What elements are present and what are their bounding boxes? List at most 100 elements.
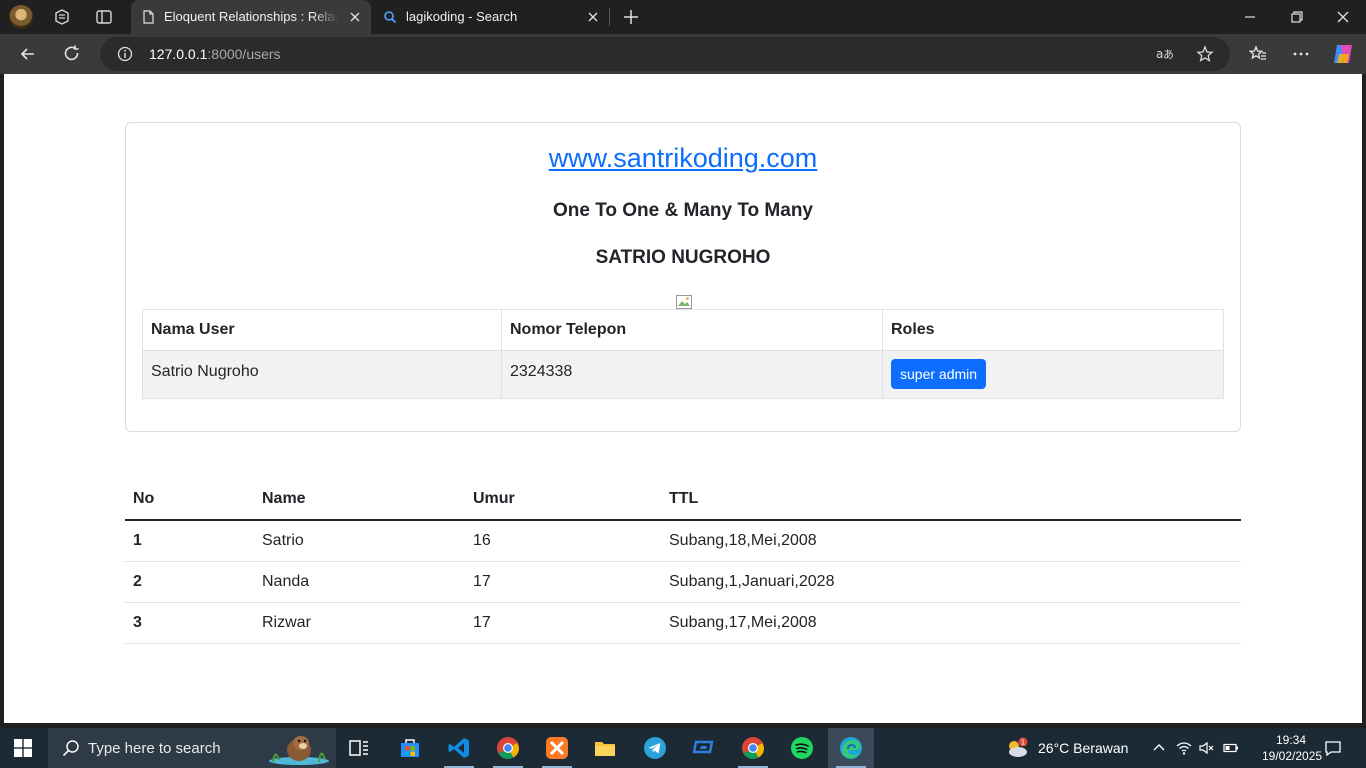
tab-title: Eloquent Relationships : Relasi One To O…: [164, 9, 339, 24]
svg-text:あ: あ: [1163, 48, 1173, 61]
vertical-tabs-icon[interactable]: [94, 7, 114, 27]
cell-ttl: Subang,18,Mei,2008: [661, 520, 1241, 562]
windows-taskbar: Type here to search 1 26°C Berawan 19:34…: [0, 728, 1366, 768]
more-menu-icon[interactable]: [1291, 44, 1311, 64]
taskbar-chrome-2[interactable]: [730, 728, 776, 768]
broken-image-icon: [676, 295, 692, 309]
close-tab-icon[interactable]: [585, 9, 601, 25]
xampp-icon: [546, 737, 568, 759]
url-text[interactable]: 127.0.0.1:8000/users: [149, 46, 281, 62]
clock-date: 19/02/2025: [1262, 749, 1323, 763]
favorite-star-icon[interactable]: [1196, 45, 1214, 63]
back-arrow-icon[interactable]: [18, 44, 38, 64]
header-name: Name: [254, 479, 465, 521]
file-explorer-icon: [595, 742, 615, 756]
browser-tab-strip: Eloquent Relationships : Relasi One To O…: [0, 0, 1366, 34]
cell-roles: super admin: [882, 350, 1224, 399]
copilot-icon[interactable]: [1331, 42, 1355, 66]
header-ttl: TTL: [661, 479, 1241, 521]
battery-icon[interactable]: [1223, 740, 1239, 756]
workspaces-icon[interactable]: [52, 7, 72, 27]
close-tab-icon[interactable]: [347, 9, 363, 25]
taskbar-chrome[interactable]: [485, 728, 531, 768]
cell-phone: 2324338: [501, 350, 883, 399]
taskbar-search-box[interactable]: Type here to search: [48, 728, 336, 768]
task-view-icon: [349, 740, 368, 756]
cell-name: Nanda: [254, 561, 465, 603]
refresh-icon[interactable]: [62, 44, 82, 64]
table-row: 2 Nanda 17 Subang,1,Januari,2028: [125, 561, 1241, 603]
header-nama-user: Nama User: [142, 309, 502, 351]
minimize-icon[interactable]: [1242, 9, 1258, 25]
notification-center-icon[interactable]: [1324, 739, 1342, 757]
tab-eloquent-relationships[interactable]: Eloquent Relationships : Relasi One To O…: [131, 0, 371, 34]
cell-umur: 17: [465, 561, 661, 603]
table-header-row: No Name Umur TTL: [125, 479, 1241, 521]
role-badge[interactable]: super admin: [891, 359, 987, 389]
taskbar-edge[interactable]: [828, 728, 874, 768]
page-subtitle: One To One & Many To Many: [552, 200, 814, 221]
tab-lagikoding-search[interactable]: lagikoding - Search: [373, 0, 609, 34]
cell-name: Satrio: [254, 520, 465, 562]
cell-umur: 17: [465, 602, 661, 644]
browser-toolbar: 127.0.0.1:8000/users a あ: [0, 34, 1366, 74]
site-info-icon[interactable]: [117, 46, 133, 62]
read-aloud-translate-icon[interactable]: a あ: [1155, 45, 1173, 63]
user-card: www.santrikoding.com One To One & Many T…: [125, 122, 1241, 432]
close-window-icon[interactable]: [1335, 9, 1351, 25]
weather-cloudy-icon[interactable]: 1: [1004, 736, 1030, 760]
volume-muted-icon[interactable]: [1198, 740, 1214, 756]
cell-ttl: Subang,17,Mei,2008: [661, 602, 1241, 644]
system-clock[interactable]: 19:34 19/02/2025: [1262, 732, 1323, 764]
taskbar-task-view[interactable]: [336, 728, 382, 768]
table-row: 3 Rizwar 17 Subang,17,Mei,2008: [125, 602, 1241, 644]
bing-search-icon: [384, 11, 397, 24]
taskbar-telegram[interactable]: [632, 728, 678, 768]
page-viewport: www.santrikoding.com One To One & Many T…: [4, 74, 1362, 723]
show-hidden-icons-chevron-icon[interactable]: [1151, 740, 1167, 756]
person-name-heading: SATRIO NUGROHO: [595, 247, 771, 268]
header-umur: Umur: [465, 479, 661, 521]
search-placeholder: Type here to search: [88, 740, 221, 757]
taskbar-spotify[interactable]: [779, 728, 825, 768]
edge-icon: [840, 737, 862, 759]
page-favicon-icon: [143, 10, 154, 24]
weather-text[interactable]: 26°C Berawan: [1038, 740, 1128, 756]
tab-separator: [609, 8, 610, 26]
windows-start-icon[interactable]: [14, 739, 32, 757]
clock-time: 19:34: [1275, 733, 1307, 747]
url-path: :8000/users: [207, 46, 281, 62]
microsoft-store-icon: [401, 739, 419, 757]
remote-desktop-icon: [692, 740, 714, 754]
profile-avatar[interactable]: [9, 5, 33, 29]
favorites-icon[interactable]: [1248, 44, 1268, 64]
tab-title: lagikoding - Search: [406, 9, 518, 24]
table-row: Satrio Nugroho 2324338 super admin: [142, 350, 1224, 399]
cell-name: Rizwar: [254, 602, 465, 644]
restore-icon[interactable]: [1289, 9, 1305, 25]
wifi-icon[interactable]: [1176, 740, 1192, 756]
students-table: No Name Umur TTL 1 Satrio 16 Subang,18,M…: [125, 479, 1241, 644]
table-header-row: Nama User Nomor Telepon Roles: [142, 309, 1224, 351]
taskbar-xampp[interactable]: [534, 728, 580, 768]
taskbar-vscode[interactable]: [436, 728, 482, 768]
cell-no: 3: [125, 602, 254, 644]
new-tab-icon[interactable]: [621, 7, 641, 27]
taskbar-file-explorer[interactable]: [582, 728, 628, 768]
chrome-icon: [497, 737, 519, 759]
santrikoding-link[interactable]: www.santrikoding.com: [126, 143, 1240, 174]
cell-user-name: Satrio Nugroho: [142, 350, 502, 399]
telegram-icon: [644, 737, 666, 759]
header-roles: Roles: [882, 309, 1224, 351]
vscode-icon: [448, 738, 469, 758]
header-no: No: [125, 479, 254, 521]
address-bar[interactable]: 127.0.0.1:8000/users a あ: [100, 37, 1230, 71]
taskbar-remote-app[interactable]: [681, 728, 727, 768]
cell-umur: 16: [465, 520, 661, 562]
chrome-icon: [742, 737, 764, 759]
cell-ttl: Subang,1,Januari,2028: [661, 561, 1241, 603]
cell-no: 1: [125, 520, 254, 562]
taskbar-microsoft-store[interactable]: [387, 728, 433, 768]
table-row: 1 Satrio 16 Subang,18,Mei,2008: [125, 520, 1241, 562]
header-nomor-telepon: Nomor Telepon: [501, 309, 883, 351]
